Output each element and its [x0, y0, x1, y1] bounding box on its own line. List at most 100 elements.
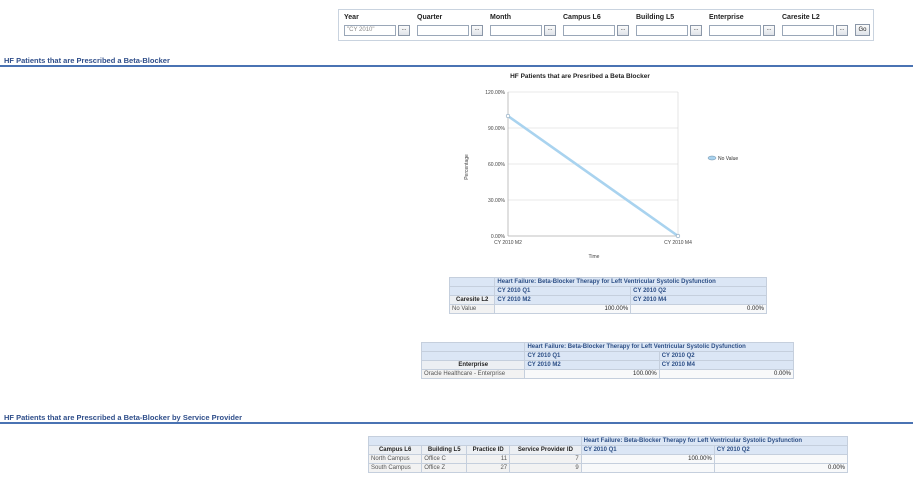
column-header-building[interactable]: Building L5	[421, 445, 468, 455]
quarter-header-q1[interactable]: CY 2010 Q1	[524, 351, 660, 361]
pivot-corner	[448, 277, 496, 287]
building-cell: Office Z	[421, 463, 468, 473]
building-cell: Office C	[421, 454, 468, 464]
row-label: No Value	[448, 304, 496, 314]
year-browse-button[interactable]: ...	[398, 24, 410, 36]
month-header-m2[interactable]: CY 2010 M2	[494, 295, 632, 305]
building-input[interactable]	[636, 24, 688, 36]
enterprise-input[interactable]	[709, 24, 761, 36]
caresite-prompt: Caresite L2 ...	[782, 13, 848, 36]
row-label: Oracle Healthcare - Enterprise	[420, 369, 526, 379]
chart-y-ticks: 0.00% 30.00% 60.00% 90.00% 120.00%	[485, 90, 505, 240]
pivot-corner	[420, 342, 526, 352]
building-browse-button[interactable]: ...	[690, 24, 702, 36]
caresite-pivot-table: Heart Failure: Beta-Blocker Therapy for …	[448, 277, 767, 314]
value-cell: 100.00%	[494, 304, 632, 314]
quarter-header-q1[interactable]: CY 2010 Q1	[580, 445, 715, 455]
measure-header[interactable]: Heart Failure: Beta-Blocker Therapy for …	[580, 436, 849, 446]
enterprise-label: Enterprise	[709, 14, 744, 21]
quarter-input[interactable]	[417, 24, 469, 36]
enterprise-prompt: Enterprise ...	[709, 13, 775, 36]
column-header-practice[interactable]: Practice ID	[466, 445, 511, 455]
measure-header[interactable]: Heart Failure: Beta-Blocker Therapy for …	[524, 342, 794, 352]
line-chart: HF Patients that are Presribed a Beta Bl…	[464, 73, 738, 260]
legend-marker-icon	[707, 155, 717, 161]
month-header-m4[interactable]: CY 2010 M4	[658, 360, 795, 370]
value-cell: 100.00%	[580, 454, 715, 464]
caresite-input[interactable]	[782, 24, 834, 36]
section1-divider	[0, 65, 913, 67]
chart-legend[interactable]: No Value	[707, 155, 738, 162]
year-label: Year	[344, 14, 359, 21]
campus-label: Campus L6	[563, 14, 601, 21]
value-cell	[580, 463, 715, 473]
x-tick-label: CY 2010 M2	[494, 240, 522, 246]
quarter-prompt: Quarter ...	[417, 13, 483, 36]
year-prompt: Year "CY 2010" ...	[344, 13, 410, 36]
column-header-campus[interactable]: Campus L6	[367, 445, 423, 455]
chart-y-axis-label: Percentage	[464, 154, 470, 180]
building-prompt: Building L5 ...	[636, 13, 702, 36]
chart-grid	[507, 91, 679, 237]
enterprise-pivot-table: Heart Failure: Beta-Blocker Therapy for …	[420, 342, 795, 379]
y-tick-label: 90.00%	[488, 126, 506, 132]
month-input[interactable]	[490, 24, 542, 36]
month-label: Month	[490, 14, 511, 21]
go-button[interactable]: Go	[855, 24, 870, 36]
y-tick-label: 60.00%	[488, 162, 506, 168]
caresite-label: Caresite L2	[782, 14, 820, 21]
campus-browse-button[interactable]: ...	[617, 24, 629, 36]
data-point	[505, 113, 511, 119]
table-row: North Campus Office C 11 7 100.00%	[367, 454, 849, 464]
month-header-m4[interactable]: CY 2010 M4	[630, 295, 767, 305]
provider-cell: 7	[509, 454, 582, 464]
measure-header[interactable]: Heart Failure: Beta-Blocker Therapy for …	[494, 277, 767, 287]
value-cell: 0.00%	[713, 463, 849, 473]
pivot-corner	[368, 436, 582, 446]
quarter-header-q1[interactable]: CY 2010 Q1	[494, 286, 632, 296]
provider-cell: 9	[509, 463, 582, 473]
value-cell: 100.00%	[524, 369, 660, 379]
chart-x-axis-label: Time	[589, 254, 600, 260]
month-prompt: Month ...	[490, 13, 556, 36]
section1-title: HF Patients that are Prescribed a Beta-B…	[4, 56, 170, 65]
month-browse-button[interactable]: ...	[544, 24, 556, 36]
value-cell	[713, 454, 849, 464]
row-header-enterprise[interactable]: Enterprise	[420, 360, 526, 370]
campus-cell: South Campus	[367, 463, 423, 473]
chart-x-ticks: CY 2010 M2 CY 2010 M4	[494, 240, 692, 246]
value-cell: 0.00%	[630, 304, 767, 314]
table-row: South Campus Office Z 27 9 0.00%	[367, 463, 849, 473]
month-header-m2[interactable]: CY 2010 M2	[524, 360, 660, 370]
value-cell: 0.00%	[658, 369, 795, 379]
y-tick-label: 30.00%	[488, 198, 506, 204]
caresite-browse-button[interactable]: ...	[836, 24, 848, 36]
y-tick-label: 120.00%	[485, 90, 505, 96]
year-input[interactable]: "CY 2010"	[344, 24, 396, 36]
building-label: Building L5	[636, 14, 675, 21]
quarter-header-q2[interactable]: CY 2010 Q2	[630, 286, 767, 296]
section2-divider	[0, 422, 913, 424]
quarter-header-q2[interactable]: CY 2010 Q2	[658, 351, 795, 361]
column-header-provider[interactable]: Service Provider ID	[509, 445, 582, 455]
quarter-label: Quarter	[417, 14, 443, 21]
service-provider-pivot-table: Heart Failure: Beta-Blocker Therapy for …	[367, 436, 849, 473]
practice-cell: 11	[466, 454, 511, 464]
chart-title: HF Patients that are Presribed a Beta Bl…	[510, 73, 650, 80]
row-header-caresite[interactable]: Caresite L2	[448, 295, 496, 305]
pivot-corner	[420, 351, 526, 361]
campus-cell: North Campus	[367, 454, 423, 464]
legend-label: No Value	[718, 156, 738, 162]
campus-input[interactable]	[563, 24, 615, 36]
x-tick-label: CY 2010 M4	[664, 240, 692, 246]
quarter-header-q2[interactable]: CY 2010 Q2	[713, 445, 849, 455]
quarter-browse-button[interactable]: ...	[471, 24, 483, 36]
data-point	[675, 233, 681, 239]
prompt-bar: Year "CY 2010" ... Quarter ... Month ...…	[338, 9, 874, 41]
campus-prompt: Campus L6 ...	[563, 13, 629, 36]
chart-series-group	[505, 113, 681, 239]
pivot-corner	[448, 286, 496, 296]
enterprise-browse-button[interactable]: ...	[763, 24, 775, 36]
section2-title: HF Patients that are Prescribed a Beta-B…	[4, 413, 243, 422]
y-tick-label: 0.00%	[491, 234, 506, 240]
